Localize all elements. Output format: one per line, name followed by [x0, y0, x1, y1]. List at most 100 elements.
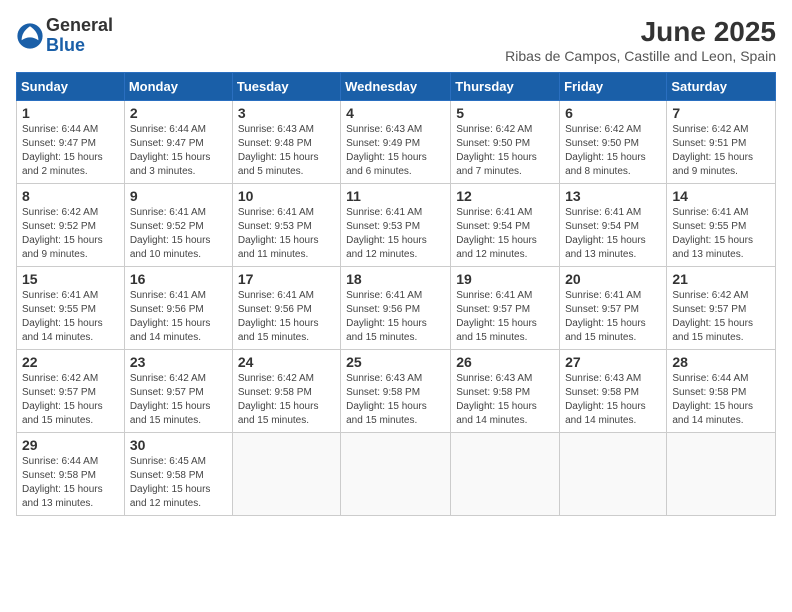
day-info: Sunrise: 6:41 AMSunset: 9:52 PMDaylight:… [130, 206, 227, 262]
day-info: Sunrise: 6:41 AMSunset: 9:55 PMDaylight:… [672, 206, 770, 262]
calendar-day-22: 22 Sunrise: 6:42 AMSunset: 9:57 PMDayligh… [17, 350, 125, 433]
day-number: 29 [22, 437, 119, 453]
day-number: 28 [672, 354, 770, 370]
calendar-day-20: 20 Sunrise: 6:41 AMSunset: 9:57 PMDayligh… [560, 267, 667, 350]
day-number: 7 [672, 105, 770, 121]
calendar-week-3: 22 Sunrise: 6:42 AMSunset: 9:57 PMDayligh… [17, 350, 776, 433]
day-info: Sunrise: 6:42 AMSunset: 9:57 PMDaylight:… [672, 289, 770, 345]
day-number: 10 [238, 188, 335, 204]
day-number: 11 [346, 188, 445, 204]
day-info: Sunrise: 6:43 AMSunset: 9:48 PMDaylight:… [238, 123, 335, 179]
calendar-day-21: 21Sunrise: 6:42 AMSunset: 9:57 PMDayligh… [667, 267, 776, 350]
title-block: June 2025 Ribas de Campos, Castille and … [505, 16, 776, 64]
day-info: Sunrise: 6:43 AMSunset: 9:49 PMDaylight:… [346, 123, 445, 179]
calendar-week-0: 1 Sunrise: 6:44 AMSunset: 9:47 PMDaylight… [17, 101, 776, 184]
calendar-day-9: 9 Sunrise: 6:41 AMSunset: 9:52 PMDaylight… [124, 184, 232, 267]
calendar-day-27: 27 Sunrise: 6:43 AMSunset: 9:58 PMDayligh… [560, 350, 667, 433]
day-number: 6 [565, 105, 661, 121]
calendar-day-empty [232, 433, 340, 516]
month-title: June 2025 [505, 16, 776, 48]
day-number: 17 [238, 271, 335, 287]
day-number: 16 [130, 271, 227, 287]
day-info: Sunrise: 6:43 AMSunset: 9:58 PMDaylight:… [456, 372, 554, 428]
calendar-week-1: 8 Sunrise: 6:42 AMSunset: 9:52 PMDaylight… [17, 184, 776, 267]
calendar-day-11: 11 Sunrise: 6:41 AMSunset: 9:53 PMDayligh… [341, 184, 451, 267]
calendar-day-1: 1 Sunrise: 6:44 AMSunset: 9:47 PMDaylight… [17, 101, 125, 184]
day-number: 27 [565, 354, 661, 370]
day-number: 4 [346, 105, 445, 121]
calendar-day-23: 23Sunrise: 6:42 AMSunset: 9:57 PMDayligh… [124, 350, 232, 433]
day-info: Sunrise: 6:44 AMSunset: 9:58 PMDaylight:… [672, 372, 770, 428]
calendar-header-row: Sunday Monday Tuesday Wednesday Thursday… [17, 73, 776, 101]
logo: General Blue [16, 16, 113, 56]
calendar-day-12: 12Sunrise: 6:41 AMSunset: 9:54 PMDayligh… [451, 184, 560, 267]
calendar-table: Sunday Monday Tuesday Wednesday Thursday… [16, 72, 776, 516]
header-thursday: Thursday [451, 73, 560, 101]
day-info: Sunrise: 6:42 AMSunset: 9:50 PMDaylight:… [565, 123, 661, 179]
day-number: 18 [346, 271, 445, 287]
day-info: Sunrise: 6:41 AMSunset: 9:57 PMDaylight:… [565, 289, 661, 345]
day-info: Sunrise: 6:43 AMSunset: 9:58 PMDaylight:… [565, 372, 661, 428]
calendar-day-25: 25 Sunrise: 6:43 AMSunset: 9:58 PMDayligh… [341, 350, 451, 433]
day-number: 9 [130, 188, 227, 204]
header-monday: Monday [124, 73, 232, 101]
day-number: 30 [130, 437, 227, 453]
calendar-day-19: 19 Sunrise: 6:41 AMSunset: 9:57 PMDayligh… [451, 267, 560, 350]
day-info: Sunrise: 6:42 AMSunset: 9:57 PMDaylight:… [22, 372, 119, 428]
calendar-day-empty [560, 433, 667, 516]
calendar-day-17: 17 Sunrise: 6:41 AMSunset: 9:56 PMDayligh… [232, 267, 340, 350]
day-info: Sunrise: 6:44 AMSunset: 9:47 PMDaylight:… [130, 123, 227, 179]
logo-general-text: General [46, 16, 113, 36]
day-number: 5 [456, 105, 554, 121]
calendar-day-14: 14 Sunrise: 6:41 AMSunset: 9:55 PMDayligh… [667, 184, 776, 267]
calendar-day-6: 6 Sunrise: 6:42 AMSunset: 9:50 PMDaylight… [560, 101, 667, 184]
calendar-day-29: 29 Sunrise: 6:44 AMSunset: 9:58 PMDayligh… [17, 433, 125, 516]
day-number: 8 [22, 188, 119, 204]
calendar-day-30: 30 Sunrise: 6:45 AMSunset: 9:58 PMDayligh… [124, 433, 232, 516]
day-number: 22 [22, 354, 119, 370]
calendar-day-15: 15Sunrise: 6:41 AMSunset: 9:55 PMDayligh… [17, 267, 125, 350]
day-info: Sunrise: 6:41 AMSunset: 9:53 PMDaylight:… [346, 206, 445, 262]
calendar-day-2: 2Sunrise: 6:44 AMSunset: 9:47 PMDaylight… [124, 101, 232, 184]
calendar-day-empty [667, 433, 776, 516]
calendar-day-3: 3 Sunrise: 6:43 AMSunset: 9:48 PMDaylight… [232, 101, 340, 184]
calendar-day-4: 4 Sunrise: 6:43 AMSunset: 9:49 PMDaylight… [341, 101, 451, 184]
day-info: Sunrise: 6:42 AMSunset: 9:51 PMDaylight:… [672, 123, 770, 179]
day-info: Sunrise: 6:44 AMSunset: 9:47 PMDaylight:… [22, 123, 119, 179]
day-number: 26 [456, 354, 554, 370]
day-info: Sunrise: 6:41 AMSunset: 9:55 PMDaylight:… [22, 289, 119, 345]
calendar-day-5: 5Sunrise: 6:42 AMSunset: 9:50 PMDaylight… [451, 101, 560, 184]
calendar-day-28: 28 Sunrise: 6:44 AMSunset: 9:58 PMDayligh… [667, 350, 776, 433]
header-sunday: Sunday [17, 73, 125, 101]
day-info: Sunrise: 6:42 AMSunset: 9:52 PMDaylight:… [22, 206, 119, 262]
day-number: 1 [22, 105, 119, 121]
calendar-day-7: 7 Sunrise: 6:42 AMSunset: 9:51 PMDaylight… [667, 101, 776, 184]
header-tuesday: Tuesday [232, 73, 340, 101]
page-header: General Blue June 2025 Ribas de Campos, … [16, 16, 776, 64]
day-info: Sunrise: 6:41 AMSunset: 9:56 PMDaylight:… [346, 289, 445, 345]
calendar-week-4: 29 Sunrise: 6:44 AMSunset: 9:58 PMDayligh… [17, 433, 776, 516]
header-wednesday: Wednesday [341, 73, 451, 101]
calendar-day-13: 13Sunrise: 6:41 AMSunset: 9:54 PMDayligh… [560, 184, 667, 267]
day-info: Sunrise: 6:41 AMSunset: 9:57 PMDaylight:… [456, 289, 554, 345]
day-number: 14 [672, 188, 770, 204]
calendar-day-24: 24Sunrise: 6:42 AMSunset: 9:58 PMDayligh… [232, 350, 340, 433]
calendar-day-16: 16Sunrise: 6:41 AMSunset: 9:56 PMDayligh… [124, 267, 232, 350]
day-info: Sunrise: 6:41 AMSunset: 9:53 PMDaylight:… [238, 206, 335, 262]
day-number: 24 [238, 354, 335, 370]
day-number: 19 [456, 271, 554, 287]
day-number: 23 [130, 354, 227, 370]
calendar-day-empty [451, 433, 560, 516]
day-info: Sunrise: 6:41 AMSunset: 9:56 PMDaylight:… [238, 289, 335, 345]
day-number: 25 [346, 354, 445, 370]
day-info: Sunrise: 6:43 AMSunset: 9:58 PMDaylight:… [346, 372, 445, 428]
logo-icon [16, 22, 44, 50]
day-number: 3 [238, 105, 335, 121]
day-info: Sunrise: 6:45 AMSunset: 9:58 PMDaylight:… [130, 455, 227, 511]
day-number: 20 [565, 271, 661, 287]
location-title: Ribas de Campos, Castille and Leon, Spai… [505, 48, 776, 64]
day-info: Sunrise: 6:41 AMSunset: 9:54 PMDaylight:… [565, 206, 661, 262]
calendar-day-empty [341, 433, 451, 516]
calendar-day-18: 18 Sunrise: 6:41 AMSunset: 9:56 PMDayligh… [341, 267, 451, 350]
day-info: Sunrise: 6:44 AMSunset: 9:58 PMDaylight:… [22, 455, 119, 511]
